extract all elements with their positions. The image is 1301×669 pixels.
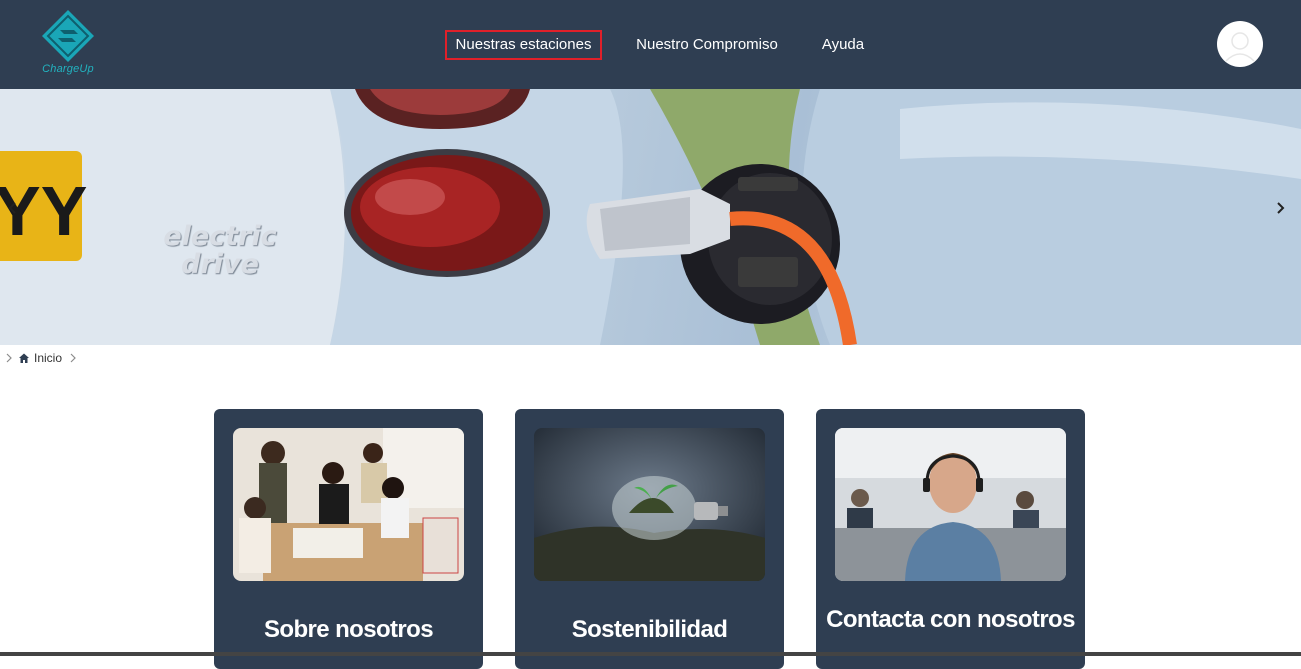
- carousel-prev-button[interactable]: [6, 201, 26, 227]
- badge-line-2: drive: [181, 249, 259, 280]
- breadcrumb-home-link[interactable]: Inicio: [34, 351, 62, 365]
- chevron-left-icon: [8, 202, 16, 214]
- home-icon[interactable]: [18, 352, 30, 364]
- card-sobre-nosotros[interactable]: Sobre nosotros: [214, 409, 483, 669]
- team-meeting-image: [233, 428, 464, 581]
- user-avatar[interactable]: [1217, 21, 1263, 67]
- user-icon: [1225, 32, 1255, 62]
- card-contacta-con-nosotros[interactable]: Contacta con nosotros: [816, 409, 1085, 669]
- call-center-agent-image: [835, 428, 1066, 581]
- chevron-right-icon: [1277, 202, 1285, 214]
- breadcrumb: Inicio: [4, 349, 78, 367]
- nav-item-nuestras-estaciones[interactable]: Nuestras estaciones: [445, 30, 602, 60]
- logo-text: ChargeUp: [42, 63, 94, 75]
- main-nav: Nuestras estaciones Nuestro Compromiso A…: [0, 30, 1301, 60]
- top-navbar: ChargeUp Nuestras estaciones Nuestro Com…: [0, 0, 1301, 89]
- card-title: Contacta con nosotros: [826, 606, 1075, 633]
- badge-line-1: electric: [163, 221, 277, 252]
- card-title: Sostenibilidad: [571, 616, 728, 643]
- page-bottom-border: [0, 652, 1301, 656]
- card-title: Sobre nosotros: [264, 616, 434, 643]
- nav-item-ayuda[interactable]: Ayuda: [817, 32, 869, 58]
- card-sostenibilidad[interactable]: Sostenibilidad: [515, 409, 784, 669]
- electric-drive-badge: electric drive: [150, 223, 290, 279]
- lightbulb-plant-image: [534, 428, 765, 581]
- carousel-next-button[interactable]: [1273, 201, 1293, 227]
- chevron-right-icon: [70, 353, 76, 363]
- hero-image: YY: [0, 89, 1301, 345]
- chevron-right-icon: [6, 353, 12, 363]
- hero-carousel[interactable]: YY electric drive: [0, 89, 1301, 345]
- nav-item-nuestro-compromiso[interactable]: Nuestro Compromiso: [627, 32, 787, 58]
